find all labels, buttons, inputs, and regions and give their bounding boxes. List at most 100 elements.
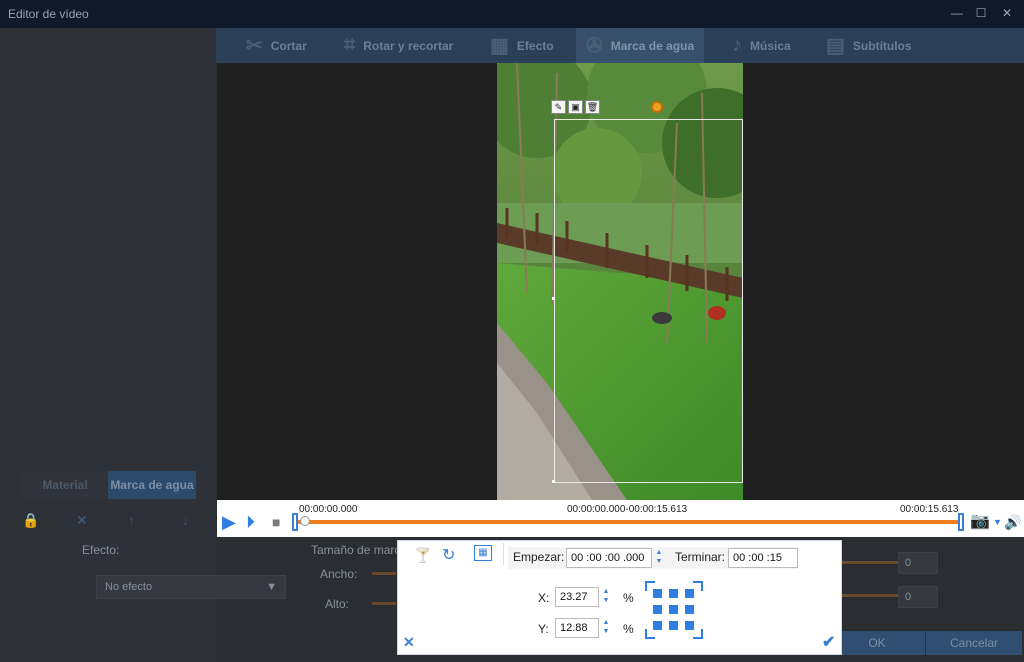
anchor-top-center[interactable] [669,589,678,598]
delete-trash-icon[interactable]: 🗑 [585,100,600,114]
tab-label: Marca de agua [610,38,695,53]
confirm-check-icon[interactable]: ✔ [822,632,835,652]
close-x-icon[interactable]: ✕ [403,634,415,651]
left-panel [0,28,216,662]
height-label: Alto: [325,597,350,611]
tab-marca-de-agua[interactable]: ✇ Marca de agua [576,28,705,63]
anchor-bottom-left[interactable] [653,621,662,630]
title-bar: Editor de vídeo — ☐ ✕ [0,0,1024,28]
playhead[interactable] [300,516,310,526]
scissors-icon: ✂ [246,35,263,57]
x-unit: % [623,591,634,605]
edit-pencil-icon[interactable]: ✎ [551,100,566,114]
watermark-settings-dialog: 🍸 ↻ ▦ Empezar: 00 :00 :00 .000 ▲ ▼ Termin… [397,540,842,655]
rotate-handle-icon[interactable] [651,101,663,113]
grid-corner [693,629,703,639]
subtitles-icon: ▤ [826,35,845,57]
height-slider-end[interactable] [842,594,898,597]
watermark-bounding-box[interactable] [554,119,743,483]
tab-efecto[interactable]: ▦ Efecto [490,28,554,63]
snapshot-camera-icon[interactable]: 📷 [970,512,990,532]
move-up-icon[interactable]: ↑ [128,512,135,528]
anchor-middle-left[interactable] [653,605,662,614]
tab-label: Efecto [516,38,554,53]
x-position-field[interactable]: 23.27 [555,587,599,607]
anchor-top-right[interactable] [685,589,694,598]
cancel-button[interactable]: Cancelar [926,631,1022,655]
end-time-field[interactable]: 00 :00 :15 .61 [728,548,798,568]
x-stepper[interactable]: ▲ ▼ [599,587,613,607]
lp-tab-material[interactable]: Material [22,471,108,499]
grid-corner [693,581,703,591]
lock-icon[interactable]: 🔒 [22,512,39,529]
tab-label: Cortar [270,38,307,53]
trim-end-handle[interactable] [958,513,964,531]
timeline-bar: 00:00:00.000 00:00:00.000-00:00:15.613 0… [217,500,1024,537]
play-button[interactable]: ▶ [222,512,236,532]
chevron-down-icon: ▼ [266,581,277,593]
anchor-bottom-center[interactable] [669,621,678,630]
resize-handle-bottom-left[interactable] [552,480,555,483]
y-stepper[interactable]: ▲ ▼ [599,618,613,638]
volume-icon[interactable]: 🔊 [1004,512,1021,532]
timeline-end-time: 00:00:15.613 [900,504,959,515]
anchor-middle-right[interactable] [685,605,694,614]
height-number[interactable]: 0 [898,586,938,608]
stop-button[interactable]: ■ [272,512,280,532]
y-unit: % [623,622,634,636]
effect-value: No efecto [105,581,153,593]
tab-rotar-recortar[interactable]: ⌗ Rotar y recortar [344,28,453,63]
tab-subtitulos[interactable]: ▤ Subtítulos [826,28,912,63]
remove-x-icon[interactable]: ✕ [76,512,88,529]
anchor-center[interactable] [669,605,678,614]
position-grid[interactable] [645,581,703,639]
crop-rotate-icon: ⌗ [344,34,356,56]
close-button[interactable]: ✕ [996,4,1018,22]
minimize-button[interactable]: — [946,4,968,22]
start-time-value: 00 :00 :00 .000 [571,552,645,564]
start-label: Empezar: [513,550,565,564]
move-down-icon[interactable]: ↓ [182,512,189,528]
width-slider[interactable] [372,572,396,575]
lp-tab-marca[interactable]: Marca de agua [108,471,196,499]
window-title: Editor de vídeo [8,7,89,21]
tab-label: Rotar y recortar [363,38,454,53]
ok-button[interactable]: OK [829,631,925,655]
film-reel-icon: ✇ [586,35,603,57]
start-time-field[interactable]: 00 :00 :00 .000 [566,548,652,568]
end-time-value: 00 :00 :15 .61 [733,552,782,567]
timeline-start-time: 00:00:00.000 [299,504,358,515]
start-time-stepper[interactable]: ▲ ▼ [652,548,666,568]
resize-handle-left[interactable] [552,297,555,300]
snapshot-dropdown-icon[interactable]: ▼ [993,512,1002,532]
width-number-value: 0 [905,557,912,569]
x-position-value: 23.27 [560,591,588,603]
height-slider[interactable] [372,602,396,605]
mosaic-grid-icon[interactable]: ▦ [474,545,492,561]
width-label: Ancho: [320,567,358,581]
maximize-button[interactable]: ☐ [970,4,992,22]
tab-label: Música [750,38,791,53]
film-effect-icon: ▦ [490,35,509,57]
y-position-field[interactable]: 12.88 [555,618,599,638]
grid-corner [645,629,655,639]
watermark-toolbar: ✎ ▣ 🗑 [551,100,600,114]
width-number[interactable]: 0 [898,552,938,574]
y-position-value: 12.88 [560,622,588,634]
y-label: Y: [538,622,549,636]
height-number-value: 0 [905,591,912,603]
toolbar-divider [503,543,504,565]
timeline-range: 00:00:00.000-00:00:15.613 [567,504,688,515]
anchor-bottom-right[interactable] [685,621,694,630]
play-segment-button[interactable]: ⏵ [246,512,255,532]
image-icon[interactable]: ▣ [568,100,583,114]
tab-musica[interactable]: ♪ Música [732,28,791,63]
width-slider-end[interactable] [842,561,898,564]
effect-select[interactable]: No efecto ▼ [96,575,286,599]
reset-rotate-icon[interactable]: ↻ [442,545,455,565]
anchor-top-left[interactable] [653,589,662,598]
timeline-track[interactable] [298,520,962,524]
filter-glass-icon[interactable]: 🍸 [414,547,431,564]
tab-cortar[interactable]: ✂ Cortar [246,28,307,63]
end-label: Terminar: [675,550,726,564]
